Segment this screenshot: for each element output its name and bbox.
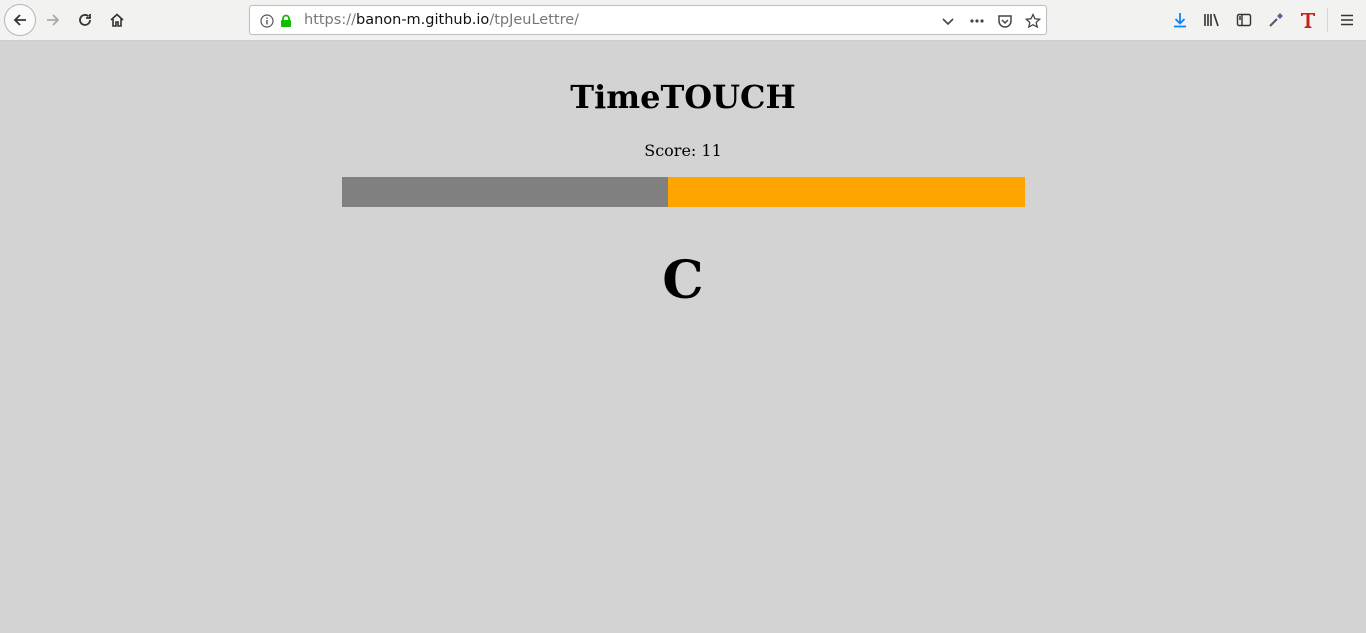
browser-toolbar: https://banon-m.github.io/tpJeuLettre/: [0, 0, 1366, 41]
bookmark-star-icon[interactable]: [1024, 12, 1042, 30]
toolbar-separator: [1327, 8, 1328, 32]
reload-button[interactable]: [69, 4, 101, 36]
library-icon: [1204, 13, 1219, 27]
eyedropper-button[interactable]: [1260, 4, 1292, 36]
menu-button[interactable]: [1331, 4, 1363, 36]
sidebar-button[interactable]: [1228, 4, 1260, 36]
forward-button[interactable]: [37, 4, 69, 36]
pocket-icon[interactable]: [996, 12, 1014, 30]
forward-icon: [47, 14, 60, 26]
lock-icon[interactable]: [277, 12, 295, 30]
chevron-down-icon[interactable]: [939, 12, 957, 30]
eyedropper-icon: [1269, 13, 1283, 27]
home-button[interactable]: [101, 4, 133, 36]
score-label: Score: 11: [644, 141, 722, 160]
download-icon: [1174, 13, 1186, 28]
sidebar-icon: [1236, 13, 1252, 27]
game-title: TimeTOUCH: [570, 78, 796, 116]
download-button[interactable]: [1164, 4, 1196, 36]
timer-bar: [342, 177, 1025, 207]
url-path: /tpJeuLettre/: [489, 12, 580, 28]
url-bar[interactable]: https://banon-m.github.io/tpJeuLettre/: [249, 5, 1047, 35]
home-icon: [110, 13, 124, 27]
back-button[interactable]: [4, 4, 36, 36]
url-host: banon-m.github.io: [355, 12, 490, 28]
info-icon[interactable]: [258, 12, 276, 30]
t-extension-button[interactable]: [1292, 4, 1324, 36]
library-button[interactable]: [1196, 4, 1228, 36]
back-icon: [13, 14, 26, 26]
target-letter: C: [662, 250, 704, 311]
timer-elapsed-fill: [342, 177, 669, 207]
menu-icon: [1341, 14, 1353, 26]
more-icon[interactable]: [968, 12, 986, 30]
t-extension-icon: [1301, 13, 1315, 28]
reload-icon: [79, 14, 91, 26]
url-scheme: https://: [304, 12, 356, 28]
url-text[interactable]: https://banon-m.github.io/tpJeuLettre/: [304, 12, 579, 28]
